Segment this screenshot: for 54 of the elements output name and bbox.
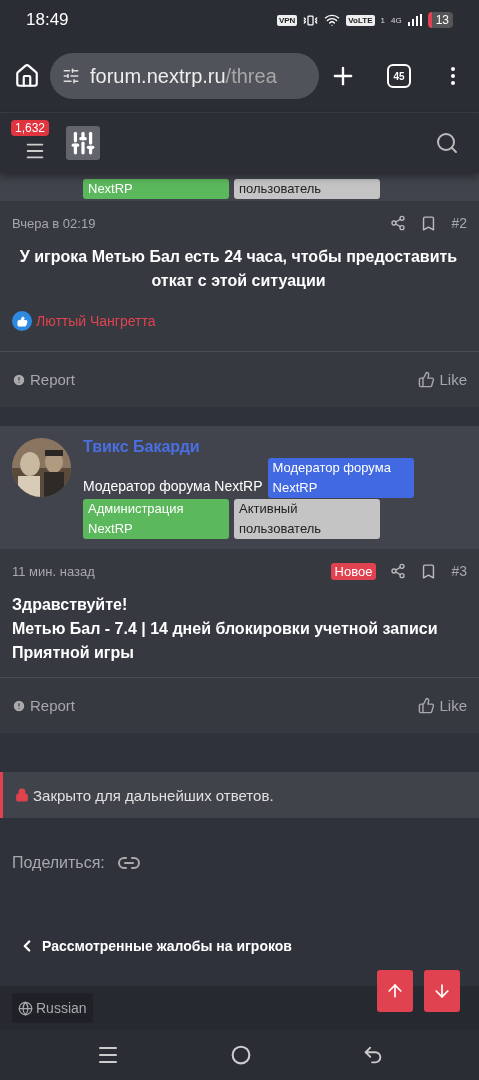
address-bar[interactable]: forum.nextrp.ru/threa bbox=[50, 53, 319, 99]
alert-icon bbox=[12, 698, 26, 713]
alert-icon bbox=[12, 372, 26, 387]
scroll-up-button[interactable] bbox=[377, 970, 413, 1012]
post-number[interactable]: #2 bbox=[451, 215, 467, 231]
share-label: Поделиться: bbox=[12, 854, 105, 872]
like-icon bbox=[12, 311, 32, 331]
thumbs-up-icon bbox=[418, 371, 436, 388]
clock: 18:49 bbox=[26, 10, 69, 30]
like-link[interactable]: Like bbox=[418, 697, 467, 714]
like-link[interactable]: Like bbox=[418, 371, 467, 388]
sim-number: 1 bbox=[380, 15, 385, 25]
notification-count: 1,632 bbox=[11, 120, 50, 136]
user-title: Модератор форума NextRP bbox=[83, 478, 263, 494]
wifi-icon bbox=[324, 12, 341, 28]
post-text: Приятной игры bbox=[12, 643, 135, 663]
scroll-down-button[interactable] bbox=[424, 970, 460, 1012]
lock-icon bbox=[15, 788, 29, 802]
user-banner: Активный пользователь bbox=[234, 499, 380, 539]
language-selector[interactable]: Russian bbox=[12, 993, 93, 1023]
share-icon[interactable] bbox=[390, 563, 407, 579]
tab-count-button[interactable]: 45 bbox=[387, 64, 411, 88]
report-link[interactable]: Report bbox=[12, 371, 76, 388]
battery-level: 13 bbox=[427, 12, 453, 28]
volte-indicator: VoLTE bbox=[346, 14, 375, 26]
post-date[interactable]: 11 мин. назад bbox=[12, 563, 95, 579]
post-text: У игрока Метью Бал есть 24 часа, чтобы предоставить откат с этой ситуации bbox=[18, 247, 459, 291]
report-link[interactable]: Report bbox=[12, 697, 76, 714]
breadcrumb-link[interactable]: Рассмотренные жалобы на игроков bbox=[0, 926, 479, 966]
thumbs-up-icon bbox=[418, 697, 436, 714]
user-banner: пользователь bbox=[234, 179, 380, 199]
network-type: 4G bbox=[390, 15, 402, 25]
post-text: Метью Бал - 7.4 | 14 дней блокировки учетной записи bbox=[12, 619, 439, 639]
logo-icon[interactable] bbox=[66, 126, 100, 160]
home-circle-icon[interactable] bbox=[230, 1045, 251, 1065]
user-banner: NextRP bbox=[83, 179, 229, 199]
user-banner: Модератор форума NextRP bbox=[267, 458, 414, 498]
url-path: /threa bbox=[225, 64, 277, 87]
reaction-user[interactable]: Люттый Чангретта bbox=[36, 313, 156, 329]
site-settings-icon[interactable] bbox=[62, 67, 80, 85]
share-icon[interactable] bbox=[390, 215, 407, 231]
globe-icon bbox=[18, 1000, 33, 1016]
user-banner: Администрация NextRP bbox=[83, 499, 229, 539]
url-host: forum.nextrp.ru bbox=[90, 64, 226, 87]
post-date[interactable]: Вчера в 02:19 bbox=[12, 215, 96, 231]
locked-text: Закрыто для дальнейших ответов. bbox=[33, 786, 274, 804]
post-text: Здравствуйте! bbox=[12, 595, 129, 615]
post-number[interactable]: #3 bbox=[451, 563, 467, 579]
new-label: Новое bbox=[330, 562, 377, 580]
home-icon[interactable] bbox=[14, 63, 40, 89]
search-icon[interactable] bbox=[435, 131, 459, 155]
vpn-indicator: VPN bbox=[276, 14, 298, 26]
signal-icon bbox=[407, 14, 422, 26]
vibrate-icon bbox=[303, 12, 319, 28]
